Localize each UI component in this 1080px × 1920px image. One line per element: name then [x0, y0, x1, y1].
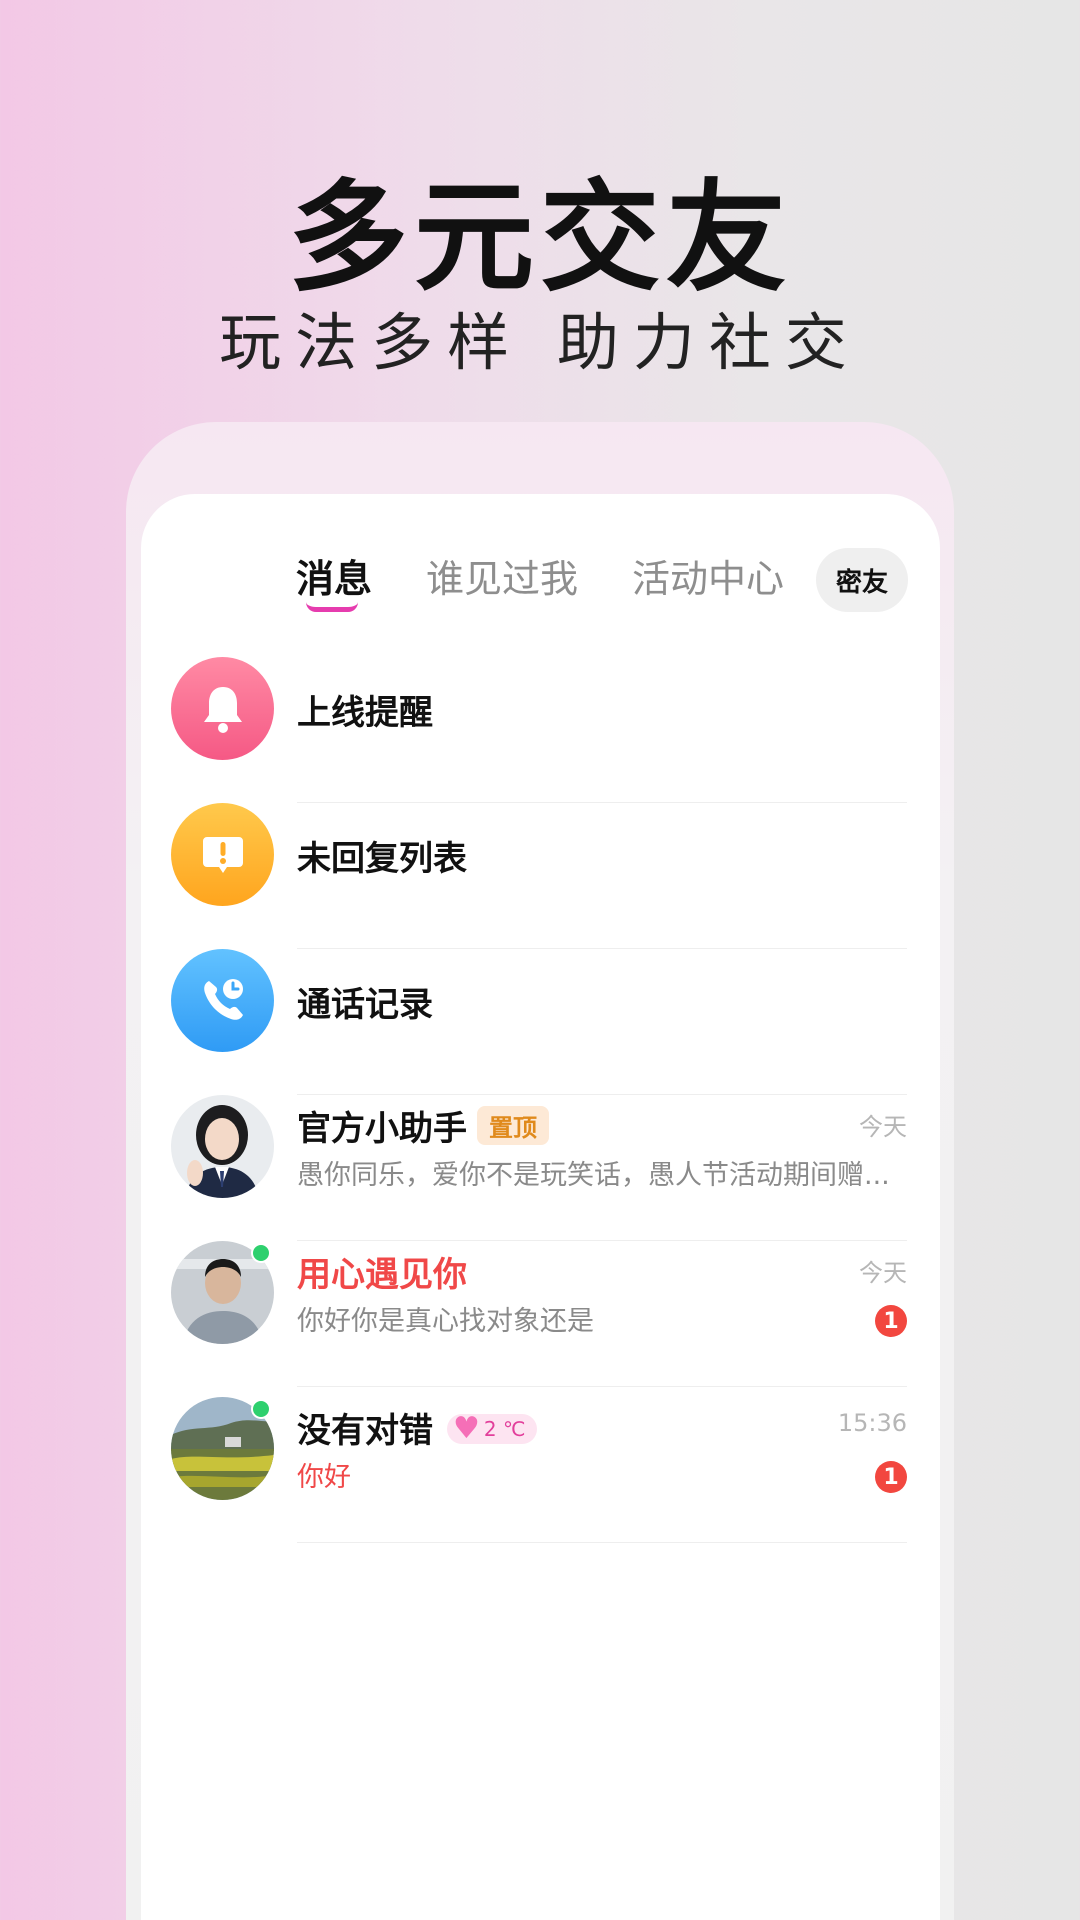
shortcut-online-reminder[interactable]: 上线提醒 [171, 657, 907, 803]
chat-time: 今天 [859, 1259, 907, 1287]
bell-icon [171, 657, 274, 760]
active-tab-indicator [306, 602, 358, 612]
unread-badge: 1 [875, 1305, 907, 1337]
chat-name: 用心遇见你 [297, 1255, 467, 1295]
online-status-indicator [251, 1399, 271, 1419]
divider [297, 1386, 907, 1387]
chat-time: 15:36 [837, 1409, 907, 1437]
chat-time: 今天 [859, 1113, 907, 1141]
chat-name-text: 没有对错 [297, 1411, 433, 1451]
shortcut-label: 通话记录 [297, 985, 433, 1025]
hero-title: 多元交友 [288, 169, 792, 308]
alert-icon [171, 803, 274, 906]
online-status-indicator [251, 1243, 271, 1263]
shortcut-unreplied-list[interactable]: 未回复列表 [171, 803, 907, 949]
chat-name-text: 官方小助手 [297, 1109, 467, 1149]
shortcut-label: 上线提醒 [297, 693, 433, 733]
tab-activity-center[interactable]: 活动中心 [632, 548, 784, 603]
divider [297, 1542, 907, 1543]
tab-messages[interactable]: 消息 [296, 548, 372, 603]
tab-bar: 消息 谁见过我 活动中心 [0, 548, 1080, 612]
chat-name: 官方小助手 置顶 [297, 1101, 549, 1150]
tab-who-saw-me[interactable]: 谁见过我 [426, 548, 578, 603]
hero-subtitle: 玩法多样 助力社交 [219, 306, 861, 379]
chat-item-official-assistant[interactable]: 官方小助手 置顶 愚你同乐，爱你不是玩笑话，愚人节活动期间赠... 今天 [171, 1095, 907, 1241]
intimacy-badge: ♥ 2 ℃ [447, 1411, 538, 1446]
heart-icon: ♥ [453, 1411, 480, 1446]
intimacy-temperature: 2 ℃ [483, 1417, 526, 1441]
avatar [171, 1095, 274, 1198]
shortcut-label: 未回复列表 [297, 839, 467, 879]
tab-close-friends[interactable]: 密友 [816, 548, 908, 612]
unread-badge: 1 [875, 1461, 907, 1493]
pinned-badge: 置顶 [477, 1106, 549, 1145]
chat-preview: 你好 [297, 1462, 351, 1493]
shortcut-call-log[interactable]: 通话记录 [171, 949, 907, 1095]
chat-preview: 你好你是真心找对象还是 [297, 1306, 594, 1337]
chat-name: 没有对错 ♥ 2 ℃ [297, 1403, 538, 1452]
phone-clock-icon [171, 949, 274, 1052]
chat-preview: 愚你同乐，爱你不是玩笑话，愚人节活动期间赠... [297, 1160, 890, 1191]
chat-item-meiyou-duicuo[interactable]: 没有对错 ♥ 2 ℃ 你好 15:36 1 [171, 1397, 907, 1543]
chat-item-yongxin[interactable]: 用心遇见你 你好你是真心找对象还是 今天 1 [171, 1241, 907, 1387]
